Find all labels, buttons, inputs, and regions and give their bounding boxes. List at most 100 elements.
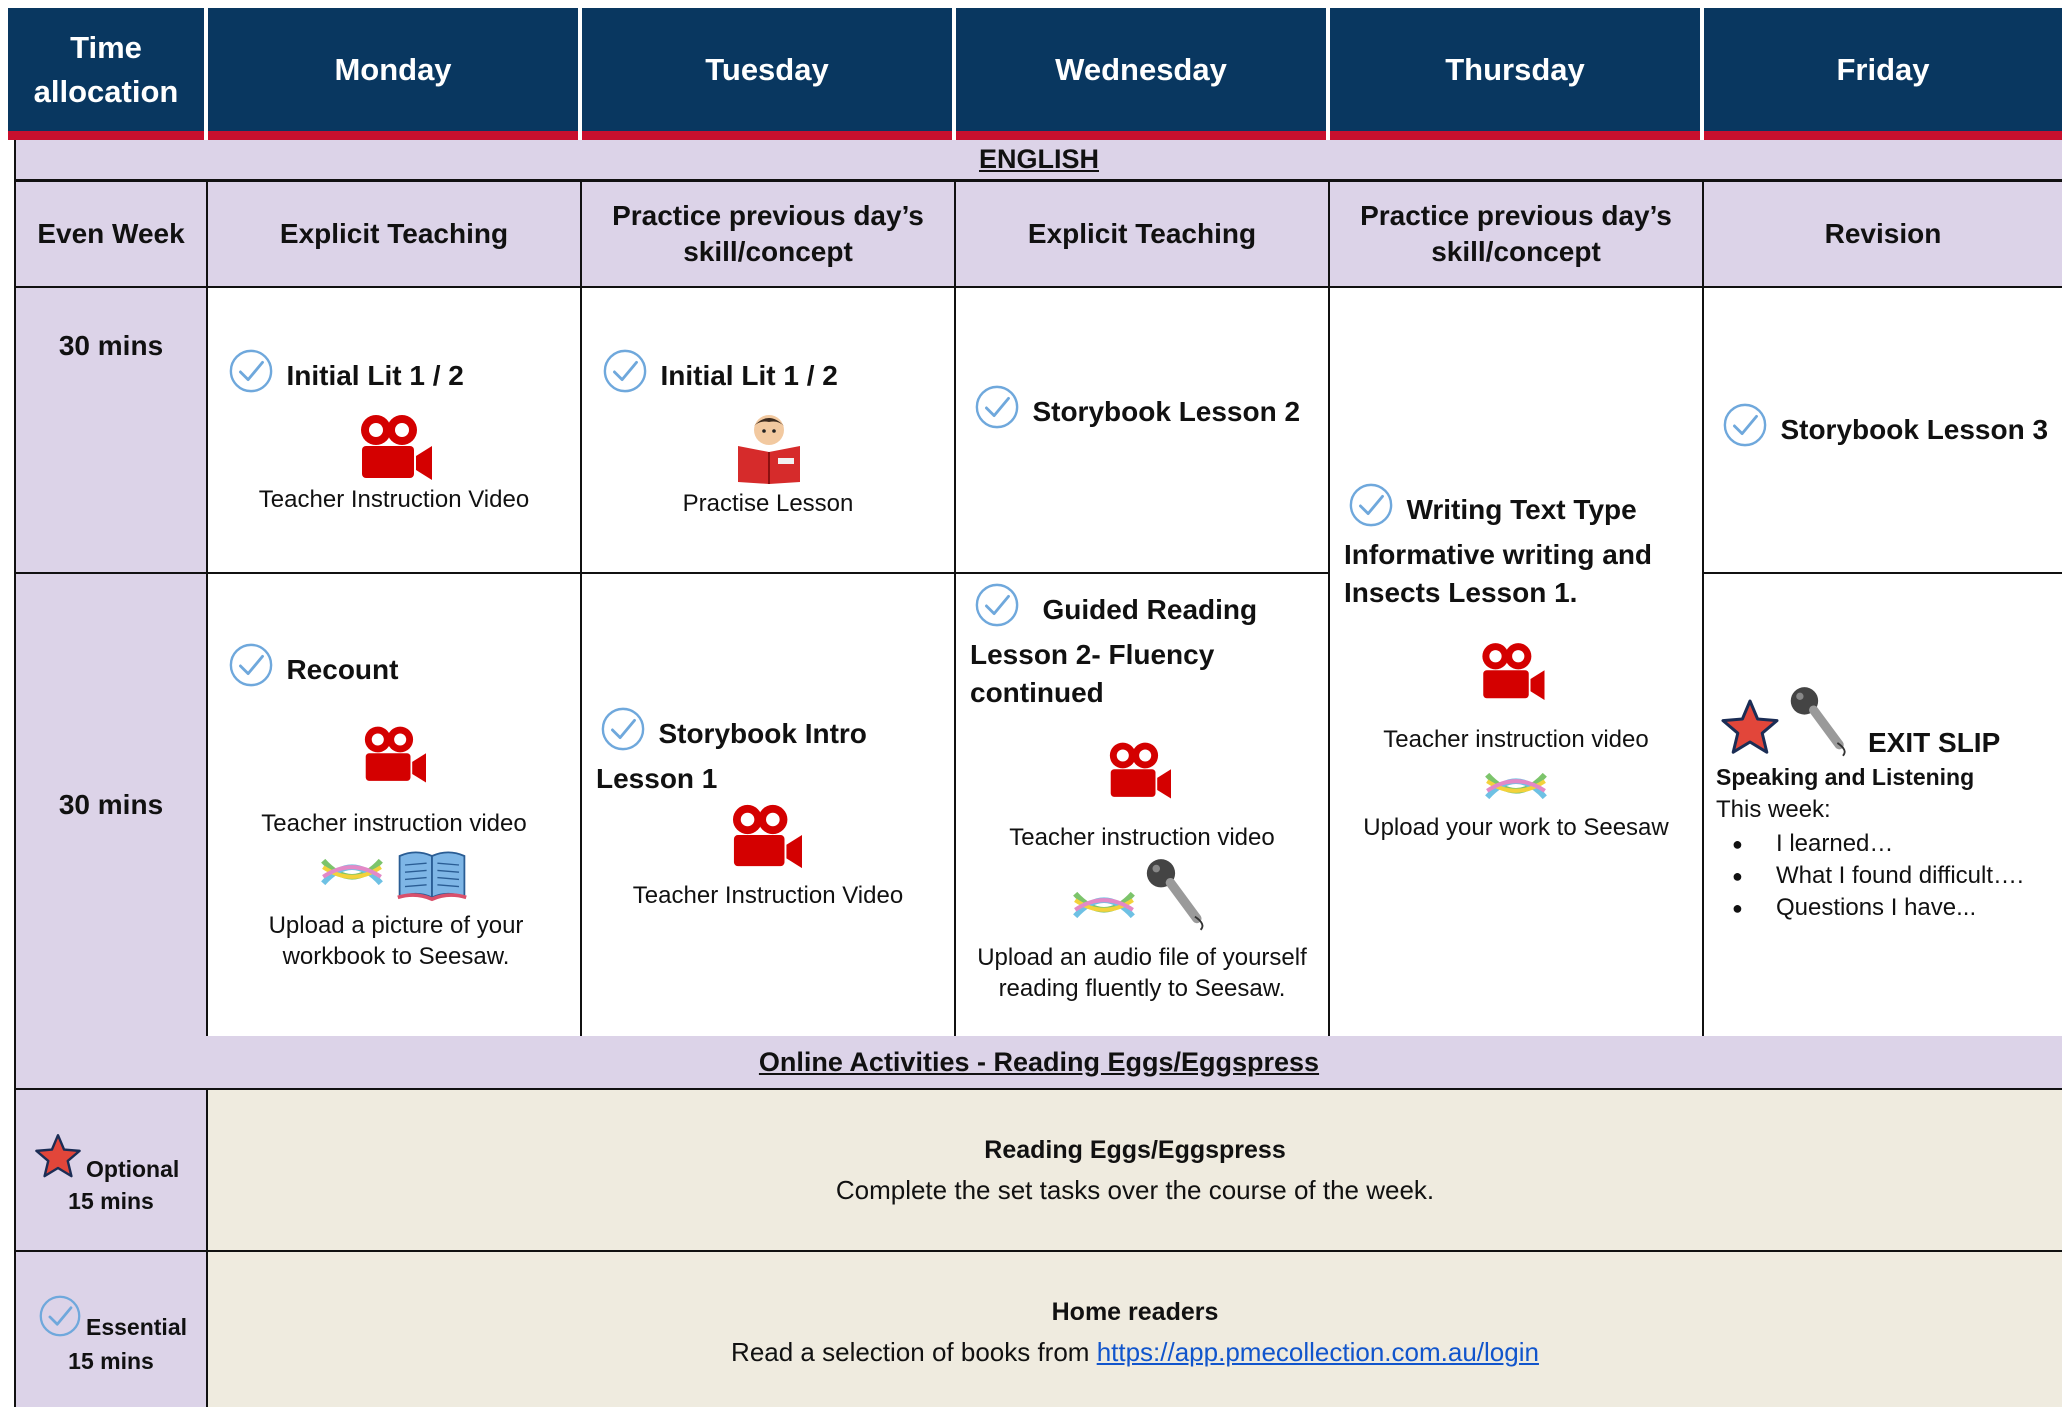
optional-text: Complete the set tasks over the course o… xyxy=(835,1175,1435,1205)
row2-wednesday-caption1: Teacher instruction video xyxy=(1009,824,1275,851)
header-time-allocation: Time allocation xyxy=(8,8,204,140)
subheader-label: Explicit Teaching xyxy=(279,218,509,249)
row2-monday-title: Recount xyxy=(286,654,399,686)
essential-text-row: Read a selection of books from https://a… xyxy=(208,1332,2062,1372)
header-day-label: Thursday xyxy=(1445,51,1585,87)
week-label: Even Week xyxy=(37,218,185,249)
row2-friday-cell: EXIT SLIP Speaking and Listening This we… xyxy=(1702,572,2062,1038)
row2-friday-title: EXIT SLIP xyxy=(1868,727,2001,758)
row2-wednesday-title-line1: Guided Reading xyxy=(1042,594,1258,626)
row1-monday-title-row: Initial Lit 1 / 2 xyxy=(228,348,464,395)
row1-tuesday-cell: Initial Lit 1 / 2 Practise Lesson xyxy=(580,286,956,574)
header-day-thursday: Thursday xyxy=(1330,8,1700,140)
essential-label: Essential xyxy=(86,1314,187,1340)
microphone-icon xyxy=(1788,684,1852,758)
seesaw-icon xyxy=(1072,884,1136,926)
open-book-icon xyxy=(396,846,468,902)
row1-tuesday-caption: Practise Lesson xyxy=(682,490,854,517)
header-day-wednesday: Wednesday xyxy=(956,8,1326,140)
thursday-merged-cell: Writing Text Type Informative writing an… xyxy=(1328,286,1704,1038)
row2-tuesday-title-line2: Lesson 1 xyxy=(596,763,718,794)
seesaw-icon xyxy=(320,850,384,894)
row2-friday-lead: This week: xyxy=(1716,796,1831,823)
row2-friday-bullets: I learned… What I found difficult…. Ques… xyxy=(1716,828,2056,924)
check-circle-icon xyxy=(602,348,648,394)
thursday-caption1: Teacher instruction video xyxy=(1383,726,1649,753)
video-camera-icon xyxy=(1478,640,1548,704)
thursday-title-line2: Informative writing and Insects Lesson 1… xyxy=(1344,539,1653,608)
row1-tuesday-title: Initial Lit 1 / 2 xyxy=(660,360,838,392)
subheader-friday: Revision xyxy=(1702,180,2062,288)
thursday-caption2: Upload your work to Seesaw xyxy=(1363,814,1669,841)
row2-tuesday-title-line1: Storybook Intro xyxy=(658,718,867,750)
section-english: ENGLISH xyxy=(14,140,2062,181)
row1-wednesday-title: Storybook Lesson 2 xyxy=(1032,396,1301,428)
header-day-label: Friday xyxy=(1836,51,1930,87)
row1-wednesday-cell: Storybook Lesson 2 xyxy=(954,286,1330,574)
video-camera-icon xyxy=(1104,740,1176,802)
row1-friday-cell: Storybook Lesson 3 xyxy=(1702,286,2062,574)
subheader-label: Practice previous day’s skill/concept xyxy=(612,200,924,267)
essential-content-cell: Home readers Read a selection of books f… xyxy=(206,1250,2062,1407)
video-camera-icon xyxy=(726,802,808,872)
microphone-icon xyxy=(1144,856,1210,932)
row1-monday-caption: Teacher Instruction Video xyxy=(258,486,530,513)
row2-monday-caption1: Teacher instruction video xyxy=(261,810,527,837)
row2-wednesday-title-line2: Lesson 2- Fluency continued xyxy=(970,639,1215,708)
optional-time: 15 mins xyxy=(68,1188,154,1214)
row1-monday-cell: Initial Lit 1 / 2 Teacher Instruction Vi… xyxy=(206,286,582,574)
optional-title: Reading Eggs/Eggspress xyxy=(984,1136,1286,1164)
row2-friday-subtitle: Speaking and Listening xyxy=(1716,764,1975,790)
section-online-activities: Online Activities - Reading Eggs/Eggspre… xyxy=(14,1036,2062,1090)
row2-time-cell: 30 mins xyxy=(14,572,208,1038)
subheader-thursday: Practice previous day’s skill/concept xyxy=(1328,180,1704,288)
header-day-label: Monday xyxy=(334,51,452,87)
row1-friday-title-row: Storybook Lesson 3 xyxy=(1722,402,2048,449)
header-time-allocation-label: Time allocation xyxy=(33,29,179,109)
subheader-label: Revision xyxy=(1824,218,1942,249)
week-label-cell: Even Week xyxy=(14,180,208,288)
row1-monday-title: Initial Lit 1 / 2 xyxy=(286,360,464,392)
check-circle-icon xyxy=(1348,482,1394,528)
subheader-monday: Explicit Teaching xyxy=(206,180,582,288)
row1-time: 30 mins xyxy=(58,330,164,361)
check-circle-icon xyxy=(1722,402,1768,448)
subheader-wednesday: Explicit Teaching xyxy=(954,180,1330,288)
header-day-tuesday: Tuesday xyxy=(582,8,952,140)
reading-child-icon xyxy=(734,412,804,484)
video-camera-icon xyxy=(356,412,436,484)
optional-content-cell: Reading Eggs/Eggspress Complete the set … xyxy=(206,1088,2062,1252)
optional-label-cell: Optional 15 mins xyxy=(14,1088,208,1252)
row2-wednesday-caption2: Upload an audio file of yourself reading… xyxy=(977,944,1307,1002)
row1-tuesday-title-row: Initial Lit 1 / 2 xyxy=(602,348,838,395)
list-item: What I found difficult…. xyxy=(1716,860,2056,892)
optional-label: Optional xyxy=(86,1156,180,1182)
pmecollection-login-link[interactable]: https://app.pmecollection.com.au/login xyxy=(1097,1337,1539,1367)
row2-monday-caption2: Upload a picture of your workbook to See… xyxy=(268,912,524,970)
check-circle-icon xyxy=(228,348,274,394)
row2-tuesday-cell: Storybook Intro Lesson 1 Teacher Instruc… xyxy=(580,572,956,1038)
thursday-title-row: Writing Text Type xyxy=(1348,482,1637,529)
row1-wednesday-title-row: Storybook Lesson 2 xyxy=(974,384,1300,431)
check-circle-icon xyxy=(600,706,646,752)
row2-monday-title-row: Recount xyxy=(228,642,398,689)
subheader-label: Practice previous day’s skill/concept xyxy=(1360,200,1672,267)
row2-monday-cell: Recount Teacher instruction video Upload… xyxy=(206,572,582,1038)
star-icon xyxy=(34,1132,82,1180)
essential-text: Read a selection of books from xyxy=(731,1337,1097,1367)
row2-wednesday-title-row: Guided Reading xyxy=(974,582,1257,629)
seesaw-icon xyxy=(1484,766,1548,806)
list-item: I learned… xyxy=(1716,828,2056,860)
essential-title: Home readers xyxy=(1051,1298,1219,1326)
check-circle-icon xyxy=(974,582,1020,628)
row2-tuesday-caption: Teacher Instruction Video xyxy=(632,882,904,909)
subheader-tuesday: Practice previous day’s skill/concept xyxy=(580,180,956,288)
row2-time: 30 mins xyxy=(58,789,164,820)
header-day-monday: Monday xyxy=(208,8,578,140)
essential-label-cell: Essential 15 mins xyxy=(14,1250,208,1407)
section-english-label: ENGLISH xyxy=(978,144,1099,174)
subheader-label: Explicit Teaching xyxy=(1027,218,1257,249)
row2-wednesday-cell: Guided Reading Lesson 2- Fluency continu… xyxy=(954,572,1330,1038)
list-item: Questions I have... xyxy=(1716,892,2056,924)
row1-time-cell: 30 mins xyxy=(14,286,208,574)
